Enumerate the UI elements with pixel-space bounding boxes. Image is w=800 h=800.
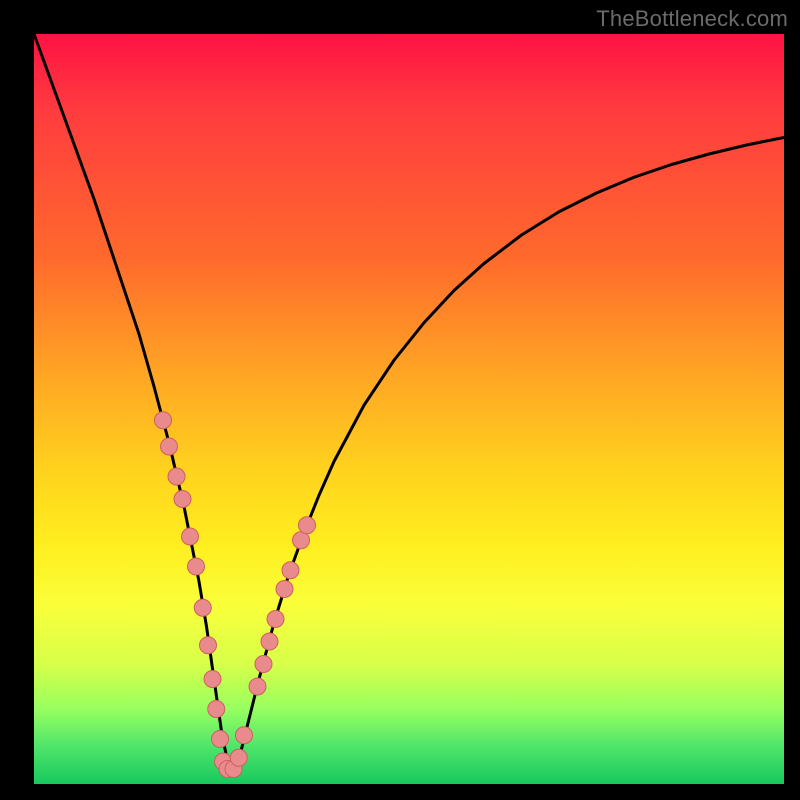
data-point-dot [299,517,316,534]
data-point-dot [276,581,293,598]
data-point-dot [261,633,278,650]
watermark-text: TheBottleneck.com [596,6,788,32]
data-point-dot [293,532,310,549]
data-point-dot [182,528,199,545]
data-point-dot [168,468,185,485]
data-point-dot [282,562,299,579]
bottleneck-curve [34,34,784,769]
data-point-dot [174,491,191,508]
data-point-dot [236,727,253,744]
plot-svg [34,34,784,784]
data-point-dot [188,558,205,575]
data-point-dot [208,701,225,718]
chart-frame: TheBottleneck.com [0,0,800,800]
data-point-dot [249,678,266,695]
data-point-dot [255,656,272,673]
data-point-dot [194,599,211,616]
data-point-dot [155,412,172,429]
data-point-dot [267,611,284,628]
data-point-dot [212,731,229,748]
data-point-dot [204,671,221,688]
data-point-dot [230,749,247,766]
data-point-dot [200,637,217,654]
plot-area [34,34,784,784]
data-point-dot [161,438,178,455]
